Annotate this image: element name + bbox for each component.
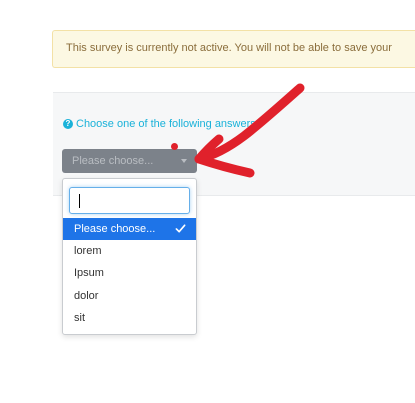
hand-drawn-arrow [194, 83, 305, 178]
